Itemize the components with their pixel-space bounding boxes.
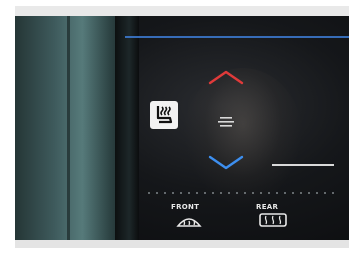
- fan-speed-indicator: [218, 113, 236, 132]
- photo-frame: FRONT REAR: [0, 0, 356, 253]
- panel-glow-edge: [125, 36, 349, 38]
- front-defrost-button[interactable]: [176, 213, 202, 232]
- dotted-divider: [148, 192, 334, 194]
- fan-speed-icon: [218, 117, 234, 127]
- chevron-up-icon: [208, 70, 244, 85]
- rear-defrost-button[interactable]: [258, 212, 288, 232]
- rear-defrost-label: REAR: [256, 203, 279, 211]
- top-border: [15, 6, 349, 16]
- slider-track: [272, 164, 334, 166]
- heated-seat-icon: [156, 106, 173, 124]
- panel-bezel: [115, 16, 139, 240]
- temp-down-button[interactable]: [208, 155, 244, 175]
- screen-reflection: [183, 68, 303, 208]
- bottom-border: [15, 240, 349, 248]
- leather-trim: [15, 16, 127, 240]
- seat-heater-button[interactable]: [150, 101, 178, 129]
- rear-defrost-icon: [259, 213, 287, 227]
- front-defrost-icon: [176, 218, 202, 227]
- leather-seam: [67, 16, 70, 240]
- chevron-down-icon: [208, 155, 244, 170]
- temp-up-button[interactable]: [208, 69, 244, 89]
- front-defrost-label: FRONT: [171, 203, 200, 211]
